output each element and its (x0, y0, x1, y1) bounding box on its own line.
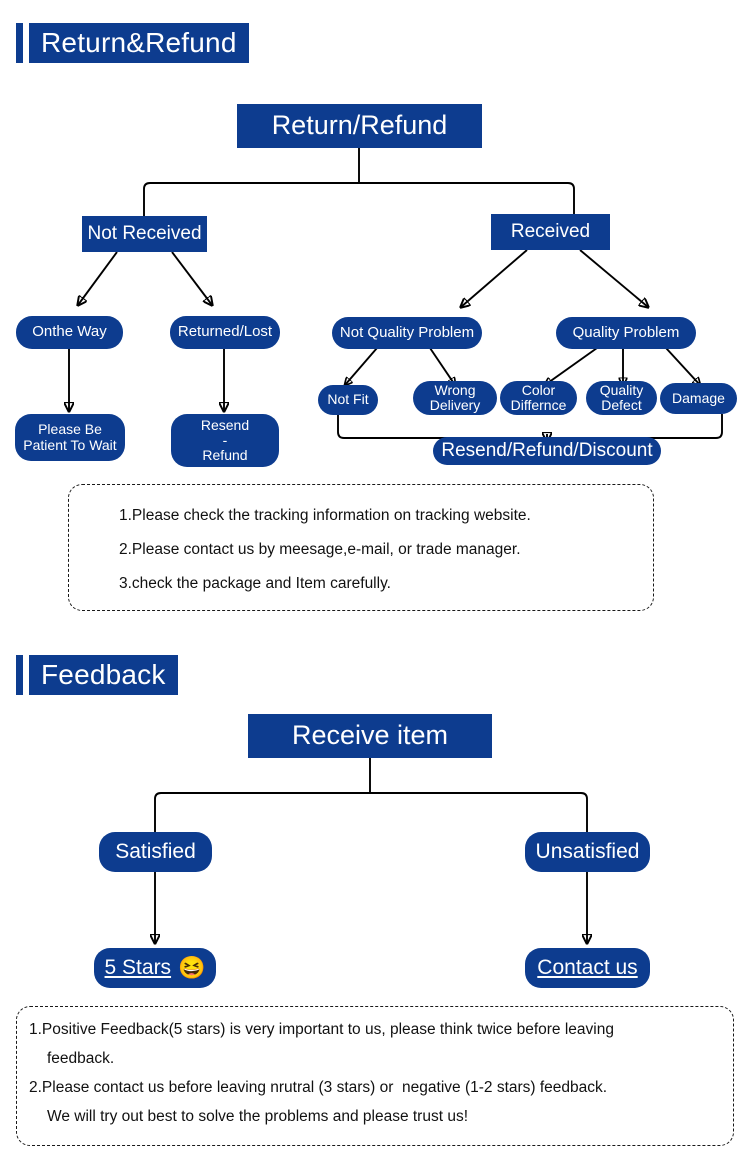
node-onthe-way[interactable]: Onthe Way (16, 316, 123, 349)
feedback-note-line: feedback. (47, 1050, 115, 1067)
node-returned-lost[interactable]: Returned/Lost (170, 316, 280, 349)
node-receive-item-root[interactable]: Receive item (248, 714, 492, 758)
node-please-be-patient[interactable]: Please Be Patient To Wait (15, 414, 125, 461)
node-not-fit[interactable]: Not Fit (318, 385, 378, 415)
node-not-quality-problem[interactable]: Not Quality Problem (332, 317, 482, 349)
infographic-page: Return&Refund Return/Refund Not Received… (0, 0, 750, 1162)
return-note-line: 1.Please check the tracking information … (119, 507, 531, 524)
section-title-feedback: Feedback (29, 655, 178, 695)
feedback-note-line: We will try out best to solve the proble… (47, 1108, 468, 1125)
node-return-refund-root[interactable]: Return/Refund (237, 104, 482, 148)
feedback-note-line: 1.Positive Feedback(5 stars) is very imp… (29, 1021, 614, 1038)
node-five-stars[interactable]: 5 Stars 😆 (94, 948, 216, 988)
node-wrong-delivery[interactable]: Wrong Delivery (413, 381, 497, 415)
return-notes-box: 1.Please check the tracking information … (68, 484, 654, 611)
section-heading-feedback: Feedback (16, 655, 178, 695)
return-note-line: 2.Please contact us by meesage,e-mail, o… (119, 541, 521, 558)
node-received[interactable]: Received (491, 214, 610, 250)
node-not-received[interactable]: Not Received (82, 216, 207, 252)
feedback-notes-box: 1.Positive Feedback(5 stars) is very imp… (16, 1006, 734, 1146)
node-satisfied[interactable]: Satisfied (99, 832, 212, 872)
node-resend-refund[interactable]: Resend - Refund (171, 414, 279, 467)
node-unsatisfied[interactable]: Unsatisfied (525, 832, 650, 872)
feedback-note-line: 2.Please contact us before leaving nrutr… (29, 1079, 608, 1096)
return-note-line: 3.check the package and Item carefully. (119, 575, 391, 592)
section-heading-return-refund: Return&Refund (16, 23, 249, 63)
laughing-face-emoji: 😆 (178, 954, 206, 980)
contact-us-label: Contact us (537, 955, 638, 979)
node-damage[interactable]: Damage (660, 383, 737, 414)
node-contact-us[interactable]: Contact us (525, 948, 650, 988)
node-color-differnce[interactable]: Color Differnce (500, 381, 577, 415)
heading-accent-bar (16, 23, 23, 63)
heading-accent-bar (16, 655, 23, 695)
five-stars-label: 5 Stars (104, 955, 172, 979)
node-resend-refund-discount[interactable]: Resend/Refund/Discount (433, 437, 661, 465)
node-quality-problem[interactable]: Quality Problem (556, 317, 696, 349)
node-quality-defect[interactable]: Quality Defect (586, 381, 657, 415)
section-title-return-refund: Return&Refund (29, 23, 249, 63)
